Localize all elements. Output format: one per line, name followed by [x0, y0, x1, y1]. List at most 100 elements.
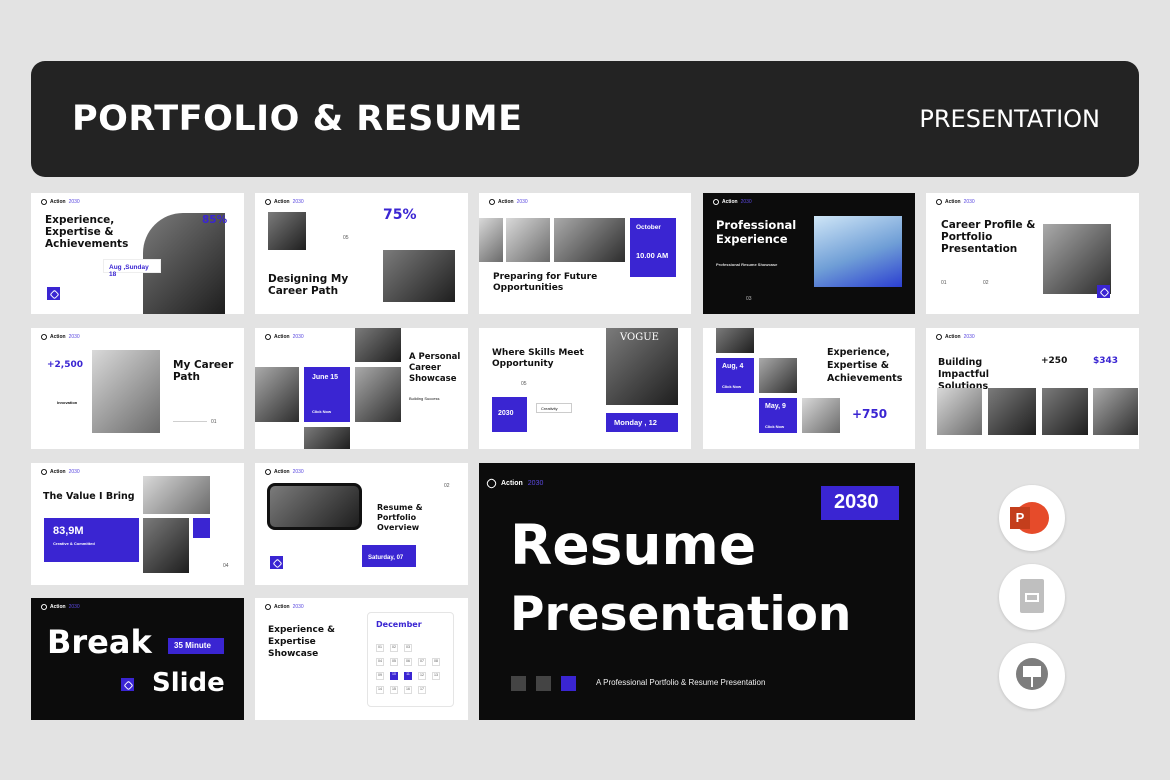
link-icon — [263, 602, 273, 612]
duration-badge: 35 Minute — [168, 638, 224, 654]
calendar-day[interactable]: 03 — [404, 644, 412, 652]
calendar-day[interactable]: 08 — [432, 658, 440, 666]
slide-number: 05 — [343, 235, 349, 241]
slide-thumbnail-2[interactable]: Action 2030 05 75% Designing My Career Pa… — [255, 193, 468, 314]
link-icon — [263, 197, 273, 207]
sculpture-photo — [814, 216, 902, 287]
powerpoint-icon[interactable]: P — [999, 485, 1065, 551]
slide-thumbnail-7[interactable]: Action 2030 June 15 Click Now A Personal … — [255, 328, 468, 449]
slide-thumbnail-12[interactable]: Action 2030 02 Resume & Portfolio Overvie… — [255, 463, 468, 585]
link-icon — [934, 197, 944, 207]
divider — [173, 421, 207, 422]
slide-thumbnail-1[interactable]: Action 2030 Experience, Expertise & Achie… — [31, 193, 244, 314]
calendar-day[interactable]: 12 — [418, 672, 426, 680]
brand-logo: Action 2030 — [485, 477, 543, 490]
abstract-photo — [355, 328, 401, 362]
slide-thumbnail-8[interactable]: Where Skills Meet Opportunity 05 2030 Cr… — [479, 328, 691, 449]
slide-thumbnail-10[interactable]: Action 2030 Building Impactful Solutions … — [926, 328, 1139, 449]
date-badge: Aug ,Sunday 18 — [103, 259, 161, 278]
stat-label: Innovation — [57, 400, 78, 405]
brand-logo: Action 2030 — [39, 467, 80, 477]
stat-value: +750 — [852, 407, 888, 421]
calendar-day[interactable]: 06 — [404, 658, 412, 666]
slide-number: 02 — [444, 483, 450, 489]
stat-value: 85% — [202, 214, 228, 226]
slide-thumbnail-13[interactable]: Action 2030 Break 35 Minute Slide — [31, 598, 244, 720]
year-badge: 2030 — [821, 486, 899, 520]
event-card: October 10.00 AM — [630, 218, 676, 277]
abstract-photo — [304, 427, 350, 449]
calendar-grid: 01 02 03 04 05 06 07 08 09 10 11 12 13 1… — [376, 644, 440, 694]
brand-logo: Action 2030 — [263, 197, 304, 207]
date-badge: Monday , 12 — [606, 413, 678, 432]
stat-value: +250 — [1041, 356, 1068, 366]
hero-title-line-2: Presentation — [510, 587, 852, 642]
slide-thumbnail-3[interactable]: Action 2030 October 10.00 AM Preparing fo… — [479, 193, 691, 314]
slide-thumbnail-4[interactable]: Action 2030 Professional Experience Profe… — [703, 193, 915, 314]
abstract-photo — [1042, 388, 1088, 435]
person-photo — [143, 518, 189, 573]
slide-thumbnail-6[interactable]: Action 2030 +2,500 Innovation My Career P… — [31, 328, 244, 449]
calendar-day[interactable]: 04 — [376, 658, 384, 666]
slide-thumbnail-9[interactable]: Aug, 4 Click Now May, 9 Click Now Experi… — [703, 328, 915, 449]
hero-tagline: A Professional Portfolio & Resume Presen… — [596, 678, 766, 687]
link-icon — [485, 477, 498, 490]
brand-logo: Action 2030 — [39, 332, 80, 342]
slide-number: 01 — [211, 419, 217, 425]
portrait-photo — [92, 350, 160, 433]
hero-slide[interactable]: Action 2030 2030 Resume Presentation A Pr… — [479, 463, 915, 720]
link-icon — [711, 197, 721, 207]
slide-number: 04 — [223, 563, 229, 569]
brand-logo: Action 2030 — [263, 467, 304, 477]
slide-thumbnail-14[interactable]: Action 2030 Experience & Expertise Showca… — [255, 598, 468, 720]
slide-thumbnail-5[interactable]: Action 2030 Career Profile & Portfolio Pr… — [926, 193, 1139, 314]
slide-label: Building Success — [409, 396, 440, 401]
person-photo — [988, 388, 1036, 435]
calendar-day[interactable]: 01 — [376, 644, 384, 652]
keynote-icon[interactable] — [999, 643, 1065, 709]
portrait-photo — [268, 212, 306, 250]
brand-logo: Action 2030 — [934, 332, 975, 342]
link-card — [193, 518, 210, 538]
calendar-day[interactable]: 10 — [390, 672, 398, 680]
link-icon — [39, 197, 49, 207]
calendar-day[interactable]: 15 — [390, 686, 398, 694]
calendar-day[interactable]: 05 — [390, 658, 398, 666]
slide-title: My Career Path — [173, 359, 234, 383]
slide-title: Career Profile & Portfolio Presentation — [941, 219, 1036, 255]
phone-icon[interactable] — [511, 676, 526, 691]
calendar-day[interactable]: 16 — [404, 686, 412, 694]
calendar-day[interactable]: 07 — [418, 658, 426, 666]
stat-card: 83,9M Creative & Committed — [44, 518, 139, 562]
calendar-day[interactable]: 02 — [390, 644, 398, 652]
tablet-photo — [267, 483, 362, 530]
person-photo — [759, 358, 797, 393]
banner-title: PORTFOLIO & RESUME — [72, 99, 523, 139]
link-icon — [934, 332, 944, 342]
calendar-month: December — [376, 620, 422, 629]
person-photo — [802, 398, 840, 433]
slide-title: Experience & Expertise Showcase — [268, 625, 335, 659]
event-card: June 15 Click Now — [304, 367, 350, 422]
slide-thumbnail-11[interactable]: Action 2030 The Value I Bring 83,9M Creat… — [31, 463, 244, 585]
calendar-day[interactable]: 14 — [376, 686, 384, 694]
slide-title: Designing My Career Path — [268, 273, 349, 297]
rocket-icon — [270, 556, 283, 569]
link-icon — [487, 197, 497, 207]
rocket-icon[interactable] — [561, 676, 576, 691]
item-number: 02 — [983, 280, 989, 286]
sculpture-photo — [937, 388, 982, 435]
calendar-day[interactable]: 13 — [432, 672, 440, 680]
slide-title: Where Skills Meet Opportunity — [492, 348, 584, 369]
calendar-day[interactable]: 17 — [418, 686, 426, 694]
calendar-day[interactable]: 11 — [404, 672, 412, 680]
calendar-icon[interactable] — [536, 676, 551, 691]
google-slides-icon[interactable] — [999, 564, 1065, 630]
magazine-photo: VOGUE — [606, 328, 678, 405]
year-card: 2030 — [492, 397, 527, 432]
calendar-day[interactable]: 09 — [376, 672, 384, 680]
rocket-icon — [47, 287, 60, 300]
link-icon — [39, 602, 49, 612]
link-icon — [1097, 285, 1110, 298]
slide-title: The Value I Bring — [43, 491, 135, 502]
